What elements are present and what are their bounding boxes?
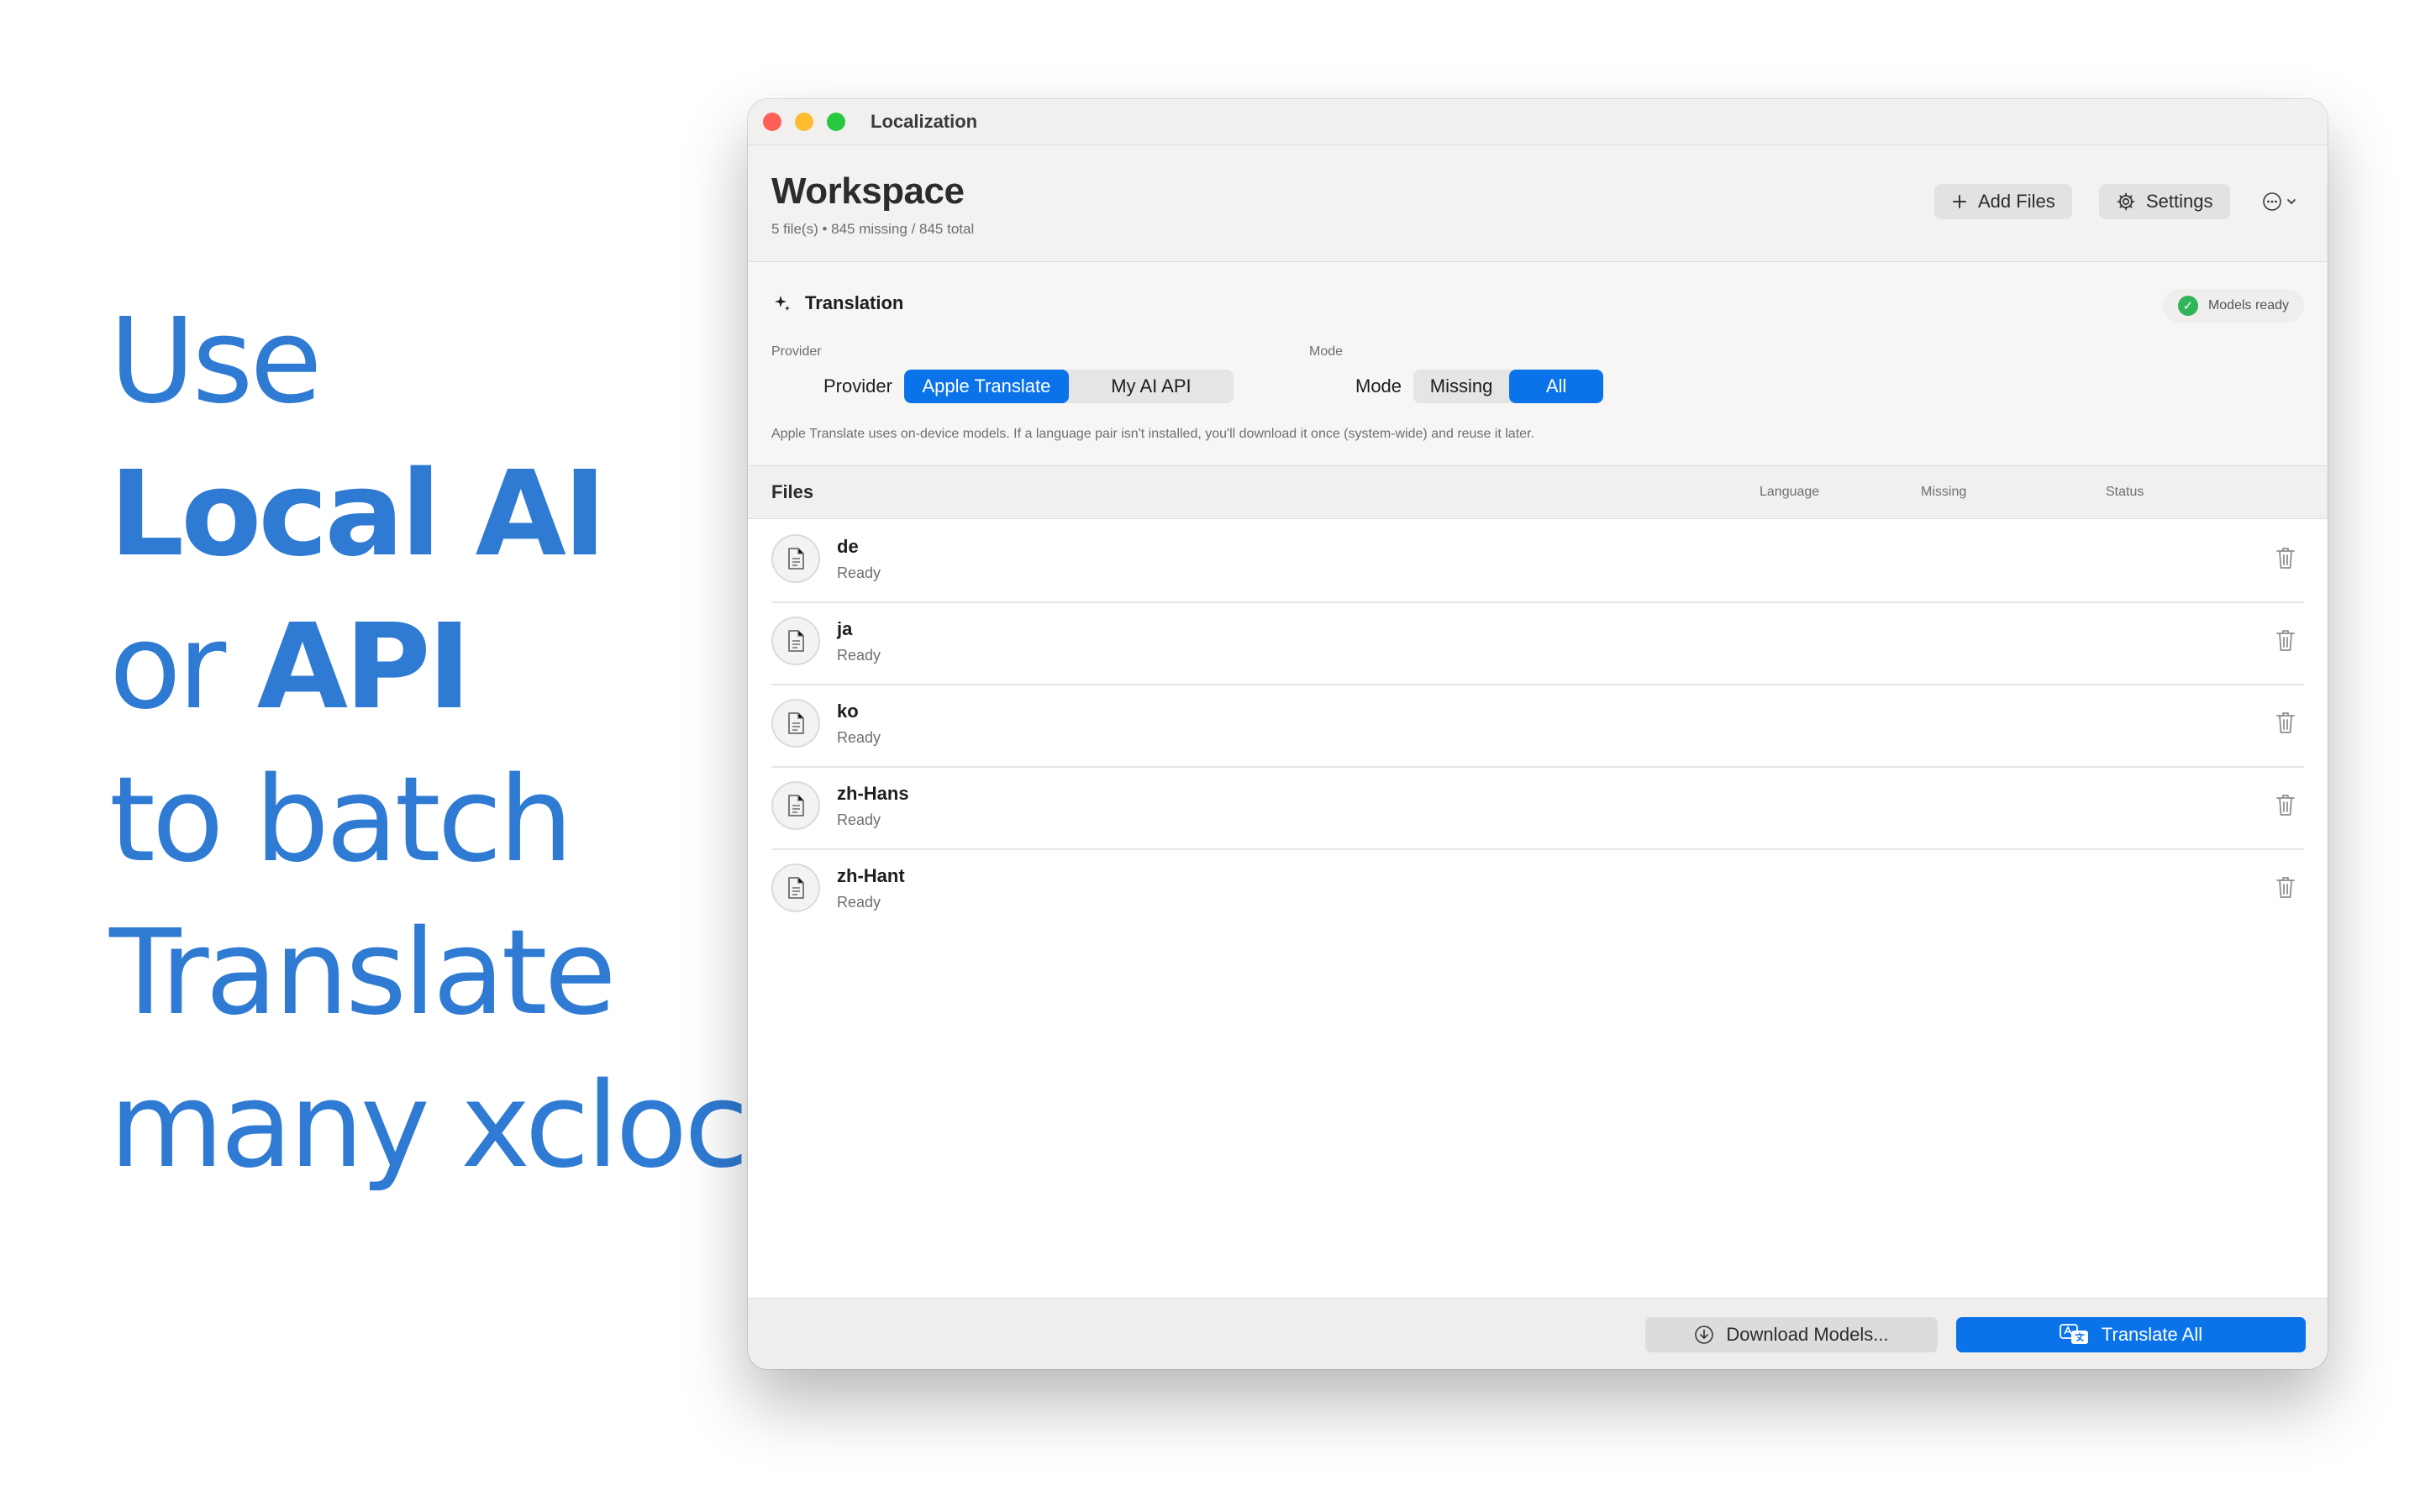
file-name: ko <box>837 701 859 722</box>
file-name: ja <box>837 618 853 639</box>
add-files-button[interactable]: Add Files <box>1934 184 2072 219</box>
file-row[interactable]: zh-Hant Ready <box>771 848 2304 931</box>
provider-caption: Provider <box>771 344 822 359</box>
file-row[interactable]: de Ready <box>771 519 2304 603</box>
file-name: zh-Hans <box>837 783 909 804</box>
title-bar: Localization <box>748 99 2328 145</box>
translate-icon <box>2059 1324 2088 1344</box>
models-status-label: Models ready <box>2207 298 2289 312</box>
column-header-status[interactable]: Status <box>2106 485 2144 500</box>
more-actions-menu[interactable] <box>2262 187 2297 216</box>
sparkles-icon <box>775 296 790 311</box>
ellipsis-circle-icon <box>2263 192 2281 211</box>
file-list: de Ready ja Ready ko Ready zh-Hans Ready… <box>748 519 2328 1302</box>
headline-line-6: many xcloc <box>109 1058 749 1194</box>
trash-icon[interactable] <box>2274 709 2297 736</box>
file-row[interactable]: zh-Hans Ready <box>771 766 2304 850</box>
file-status: Ready <box>837 729 881 746</box>
settings-label: Settings <box>2146 191 2213 212</box>
mode-label: Mode <box>1355 375 1402 396</box>
window-title: Localization <box>871 111 978 132</box>
mode-option-all[interactable]: All <box>1509 370 1604 403</box>
chevron-down-icon <box>2287 199 2296 205</box>
settings-button[interactable]: Settings <box>2099 184 2230 219</box>
download-icon <box>1695 1326 1714 1344</box>
headline-line-2: Local AI <box>109 446 607 583</box>
translation-heading: Translation <box>771 292 903 314</box>
files-title: Files <box>771 481 814 502</box>
file-row[interactable]: ja Ready <box>771 601 2304 685</box>
document-icon <box>771 864 820 912</box>
trash-icon[interactable] <box>2274 874 2297 900</box>
marketing-headline: Use Local AI or API to batch Translate m… <box>109 286 749 1203</box>
file-status: Ready <box>837 894 881 911</box>
close-window-button[interactable] <box>763 113 781 131</box>
checkmark-icon: ✓ <box>2177 296 2198 316</box>
translate-all-button[interactable]: Translate All <box>1956 1317 2306 1352</box>
headline-line-4: to batch <box>109 752 573 889</box>
headline-line-3-prefix: or <box>109 599 226 736</box>
document-icon <box>771 699 820 748</box>
mode-caption: Mode <box>1309 344 1344 359</box>
provider-segmented-control: Apple Translate My AI API <box>903 370 1234 403</box>
gear-icon <box>2117 192 2135 211</box>
workspace-header: Workspace 5 file(s) • 845 missing / 845 … <box>748 145 2328 262</box>
mode-control: Mode Missing All <box>1355 370 1604 403</box>
file-status: Ready <box>837 564 881 581</box>
download-models-label: Download Models... <box>1726 1324 1889 1345</box>
zoom-window-button[interactable] <box>827 113 845 131</box>
mode-segmented-control: Missing All <box>1413 370 1604 403</box>
headline-line-3-bold: API <box>256 599 471 736</box>
mode-option-missing[interactable]: Missing <box>1413 370 1509 403</box>
translation-panel: Translation ✓ Models ready Provider Prov… <box>748 262 2328 466</box>
document-icon <box>771 781 820 830</box>
page-title: Workspace <box>771 171 965 212</box>
document-icon <box>771 534 820 583</box>
headline-line-3: or API <box>109 591 745 744</box>
provider-option-apple-translate[interactable]: Apple Translate <box>903 370 1069 403</box>
translate-all-label: Translate All <box>2101 1324 2203 1345</box>
document-icon <box>771 617 820 665</box>
provider-option-my-ai-api[interactable]: My AI API <box>1069 370 1234 403</box>
provider-control: Provider Apple Translate My AI API <box>823 370 1234 403</box>
provider-label: Provider <box>823 375 892 396</box>
add-files-label: Add Files <box>1978 191 2055 212</box>
file-status: Ready <box>837 811 881 828</box>
download-models-button[interactable]: Download Models... <box>1645 1317 1938 1352</box>
file-name: de <box>837 536 859 557</box>
file-status: Ready <box>837 647 881 664</box>
trash-icon[interactable] <box>2274 627 2297 654</box>
app-window: Localization Workspace 5 file(s) • 845 m… <box>748 99 2328 1369</box>
headline-line-1: Use <box>109 293 323 430</box>
translation-title: Translation <box>805 292 904 313</box>
provider-help-text: Apple Translate uses on-device models. I… <box>771 427 1534 441</box>
minimize-window-button[interactable] <box>795 113 813 131</box>
trash-icon[interactable] <box>2274 544 2297 571</box>
column-header-language[interactable]: Language <box>1760 485 1819 500</box>
trash-icon[interactable] <box>2274 791 2297 818</box>
plus-icon <box>1953 195 1966 208</box>
footer-bar: Download Models... Translate All <box>748 1298 2328 1369</box>
file-row[interactable]: ko Ready <box>771 684 2304 768</box>
models-status-badge: ✓ Models ready <box>2162 289 2304 323</box>
file-name: zh-Hant <box>837 865 905 886</box>
headline-line-5: Translate <box>109 905 617 1042</box>
workspace-summary: 5 file(s) • 845 missing / 845 total <box>771 221 975 237</box>
files-header: Files Language Missing Status <box>748 466 2328 519</box>
column-header-missing[interactable]: Missing <box>1921 485 1966 500</box>
